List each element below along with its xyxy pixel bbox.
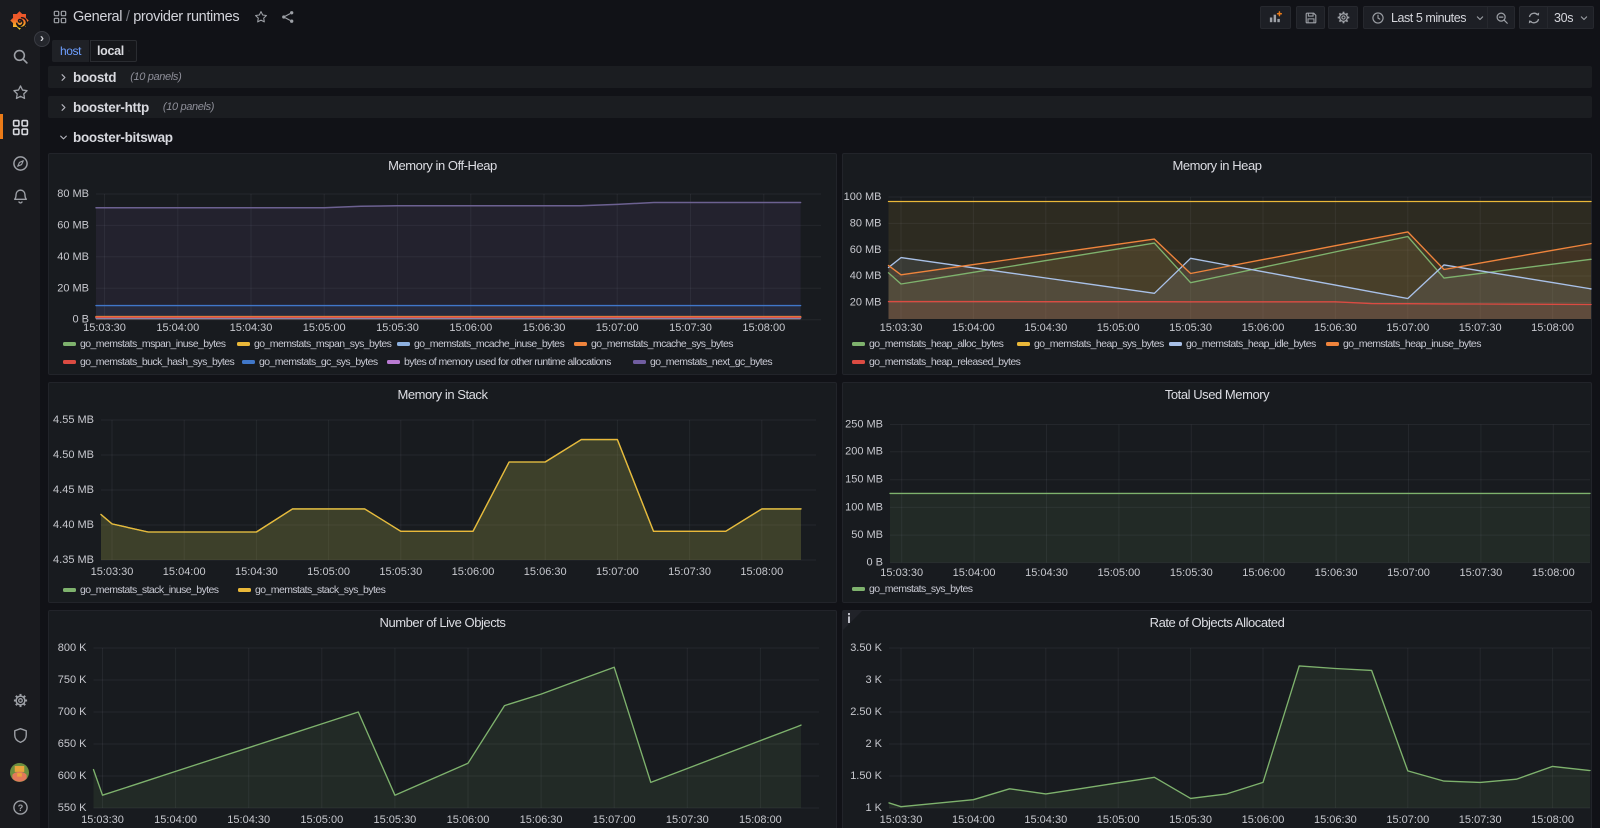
svg-text:15:04:00: 15:04:00 xyxy=(952,814,995,826)
svg-text:15:05:30: 15:05:30 xyxy=(1169,814,1212,826)
svg-text:650 K: 650 K xyxy=(58,738,87,750)
svg-text:15:04:30: 15:04:30 xyxy=(230,322,273,334)
svg-text:15:06:00: 15:06:00 xyxy=(1242,322,1285,334)
svg-text:15:07:30: 15:07:30 xyxy=(1459,322,1502,334)
svg-text:15:04:30: 15:04:30 xyxy=(235,566,278,578)
svg-text:60 MB: 60 MB xyxy=(850,244,882,256)
svg-text:15:05:00: 15:05:00 xyxy=(303,322,346,334)
svg-text:15:04:00: 15:04:00 xyxy=(952,322,995,334)
svg-text:15:04:00: 15:04:00 xyxy=(156,322,199,334)
svg-text:40 MB: 40 MB xyxy=(850,270,882,282)
svg-text:250 MB: 250 MB xyxy=(845,419,883,431)
svg-text:15:04:00: 15:04:00 xyxy=(154,814,197,826)
svg-text:550 K: 550 K xyxy=(58,802,87,814)
svg-text:15:05:30: 15:05:30 xyxy=(1169,322,1212,334)
svg-text:20 MB: 20 MB xyxy=(57,282,89,294)
svg-text:40 MB: 40 MB xyxy=(57,251,89,263)
svg-text:15:08:00: 15:08:00 xyxy=(1532,567,1575,579)
svg-text:15:06:30: 15:06:30 xyxy=(1315,567,1358,579)
svg-text:3.50 K: 3.50 K xyxy=(850,642,882,654)
svg-text:700 K: 700 K xyxy=(58,706,87,718)
svg-text:15:08:00: 15:08:00 xyxy=(740,566,783,578)
svg-text:15:05:00: 15:05:00 xyxy=(300,814,343,826)
svg-text:15:06:00: 15:06:00 xyxy=(449,322,492,334)
svg-text:15:06:00: 15:06:00 xyxy=(1242,567,1285,579)
svg-text:750 K: 750 K xyxy=(58,674,87,686)
svg-text:15:06:00: 15:06:00 xyxy=(447,814,490,826)
svg-text:15:05:30: 15:05:30 xyxy=(1170,567,1213,579)
svg-text:15:03:30: 15:03:30 xyxy=(91,566,134,578)
svg-text:15:06:30: 15:06:30 xyxy=(1314,322,1357,334)
svg-text:80 MB: 80 MB xyxy=(850,217,882,229)
svg-text:15:07:00: 15:07:00 xyxy=(596,322,639,334)
svg-text:4.50 MB: 4.50 MB xyxy=(53,449,94,461)
svg-text:4.45 MB: 4.45 MB xyxy=(53,484,94,496)
svg-text:15:03:30: 15:03:30 xyxy=(880,814,923,826)
svg-text:15:07:30: 15:07:30 xyxy=(1459,567,1502,579)
svg-text:15:07:30: 15:07:30 xyxy=(666,814,709,826)
svg-text:800 K: 800 K xyxy=(58,642,87,654)
svg-text:15:04:30: 15:04:30 xyxy=(1025,567,1068,579)
svg-text:15:04:00: 15:04:00 xyxy=(163,566,206,578)
svg-text:600 K: 600 K xyxy=(58,770,87,782)
svg-text:15:08:00: 15:08:00 xyxy=(739,814,782,826)
svg-text:15:03:30: 15:03:30 xyxy=(83,322,126,334)
svg-text:15:04:00: 15:04:00 xyxy=(953,567,996,579)
svg-text:80 MB: 80 MB xyxy=(57,188,89,200)
svg-text:15:07:00: 15:07:00 xyxy=(593,814,636,826)
svg-text:2.50 K: 2.50 K xyxy=(850,706,882,718)
svg-text:15:05:00: 15:05:00 xyxy=(1097,567,1140,579)
svg-text:15:03:30: 15:03:30 xyxy=(880,322,923,334)
svg-text:15:06:30: 15:06:30 xyxy=(1314,814,1357,826)
svg-text:100 MB: 100 MB xyxy=(844,191,882,203)
svg-text:15:04:30: 15:04:30 xyxy=(227,814,270,826)
svg-text:1 K: 1 K xyxy=(865,802,882,814)
svg-text:3 K: 3 K xyxy=(865,674,882,686)
svg-text:15:05:30: 15:05:30 xyxy=(373,814,416,826)
svg-text:15:07:00: 15:07:00 xyxy=(1387,567,1430,579)
svg-text:15:08:00: 15:08:00 xyxy=(742,322,785,334)
svg-text:15:06:30: 15:06:30 xyxy=(523,322,566,334)
svg-text:15:07:30: 15:07:30 xyxy=(669,322,712,334)
svg-text:15:07:30: 15:07:30 xyxy=(1459,814,1502,826)
svg-text:15:05:00: 15:05:00 xyxy=(307,566,350,578)
svg-text:60 MB: 60 MB xyxy=(57,219,89,231)
svg-text:15:06:30: 15:06:30 xyxy=(524,566,567,578)
svg-text:4.40 MB: 4.40 MB xyxy=(53,519,94,531)
svg-text:?: ? xyxy=(17,803,23,813)
svg-text:200 MB: 200 MB xyxy=(845,446,883,458)
svg-text:15:07:00: 15:07:00 xyxy=(1386,814,1429,826)
svg-text:15:05:00: 15:05:00 xyxy=(1097,814,1140,826)
svg-text:15:06:00: 15:06:00 xyxy=(1242,814,1285,826)
svg-text:20 MB: 20 MB xyxy=(850,297,882,309)
svg-text:15:06:30: 15:06:30 xyxy=(520,814,563,826)
svg-text:2 K: 2 K xyxy=(865,738,882,750)
svg-text:15:03:30: 15:03:30 xyxy=(81,814,124,826)
svg-text:4.35 MB: 4.35 MB xyxy=(53,554,94,566)
svg-text:15:05:30: 15:05:30 xyxy=(379,566,422,578)
svg-text:15:07:30: 15:07:30 xyxy=(668,566,711,578)
svg-text:150 MB: 150 MB xyxy=(845,474,883,486)
svg-text:15:03:30: 15:03:30 xyxy=(880,567,923,579)
svg-text:15:04:30: 15:04:30 xyxy=(1024,814,1067,826)
svg-text:50 MB: 50 MB xyxy=(851,529,883,541)
svg-text:15:05:00: 15:05:00 xyxy=(1097,322,1140,334)
svg-text:15:07:00: 15:07:00 xyxy=(596,566,639,578)
svg-text:4.55 MB: 4.55 MB xyxy=(53,414,94,426)
svg-text:15:07:00: 15:07:00 xyxy=(1386,322,1429,334)
svg-text:100 MB: 100 MB xyxy=(845,501,883,513)
svg-text:15:05:30: 15:05:30 xyxy=(376,322,419,334)
svg-text:1.50 K: 1.50 K xyxy=(850,770,882,782)
svg-text:15:08:00: 15:08:00 xyxy=(1531,814,1574,826)
svg-text:15:06:00: 15:06:00 xyxy=(452,566,495,578)
svg-text:15:08:00: 15:08:00 xyxy=(1531,322,1574,334)
svg-text:15:04:30: 15:04:30 xyxy=(1024,322,1067,334)
